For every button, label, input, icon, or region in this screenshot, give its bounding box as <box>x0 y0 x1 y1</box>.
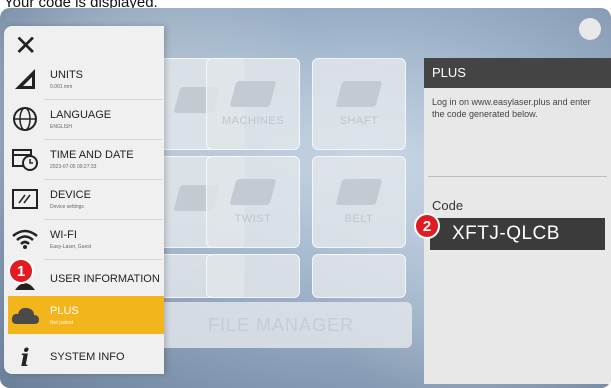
menu-item-system-info[interactable]: i SYSTEM INFO <box>8 338 164 376</box>
menu-item-sub: 2023-07-05 09:27:33 <box>50 163 97 170</box>
code-label: Code <box>432 198 464 213</box>
plus-panel: PLUS Log in on www.easylaser.plus and en… <box>424 58 611 384</box>
tile-8 <box>206 254 300 298</box>
device-icon <box>8 184 42 214</box>
panel-instructions: Log in on www.easylaser.plus and enter t… <box>432 97 591 119</box>
menu-item-label: UNITS <box>50 68 83 81</box>
calendar-clock-icon <box>8 144 42 174</box>
menu-item-language[interactable]: LANGUAGE ENGLISH <box>8 100 164 138</box>
menu-item-sub: Not paired <box>50 319 74 326</box>
menu-item-time-and-date[interactable]: TIME AND DATE 2023-07-05 09:27:33 <box>8 140 164 178</box>
menu-item-label: DEVICE <box>50 188 91 201</box>
menu-item-units[interactable]: UNITS 0.001 mm <box>8 60 164 98</box>
panel-divider <box>428 176 607 177</box>
tile-shaft: SHAFT <box>312 58 406 150</box>
settings-menu: ✕ UNITS 0.001 mm LANGUAGE ENGLISH TIME AND… <box>4 26 164 374</box>
menu-item-label: SYSTEM INFO <box>50 351 125 363</box>
info-icon: i <box>20 342 30 372</box>
wifi-icon <box>8 224 42 254</box>
menu-item-wifi[interactable]: WI-FI Easy-Laser, Guest <box>8 220 164 258</box>
tile-twist: TWIST <box>206 156 300 248</box>
device-screen: MACHINES SHAFT TWIST BELT FILE MANAGER ✕… <box>0 8 611 388</box>
menu-item-label: TIME AND DATE <box>50 148 134 161</box>
menu-item-sub: Device settings <box>50 203 84 210</box>
home-button[interactable] <box>579 18 601 40</box>
callout-marker-1: 1 <box>8 258 34 284</box>
menu-item-device[interactable]: DEVICE Device settings <box>8 180 164 218</box>
close-icon[interactable]: ✕ <box>14 32 37 60</box>
menu-item-label: WI-FI <box>50 228 77 241</box>
menu-item-sub: 0.001 mm <box>50 83 73 90</box>
tile-9 <box>312 254 406 298</box>
tile-file-manager: FILE MANAGER <box>150 302 412 348</box>
menu-item-sub: Easy-Laser, Guest <box>50 243 92 250</box>
tile-belt: BELT <box>312 156 406 248</box>
globe-icon <box>8 104 42 134</box>
menu-item-label: PLUS <box>50 304 79 317</box>
menu-item-plus[interactable]: PLUS Not paired <box>8 296 164 334</box>
menu-item-label: USER INFORMATION <box>50 273 160 285</box>
ruler-triangle-icon <box>8 64 42 94</box>
tile-machines: MACHINES <box>206 58 300 150</box>
cloud-icon <box>8 300 42 330</box>
menu-item-label: LANGUAGE <box>50 108 112 121</box>
callout-marker-2: 2 <box>414 213 440 239</box>
panel-title: PLUS <box>424 58 611 88</box>
background-tile-grid: MACHINES SHAFT TWIST BELT FILE MANAGER <box>150 58 450 358</box>
pairing-code: XFTJ-QLCB <box>430 218 605 250</box>
menu-item-sub: ENGLISH <box>50 123 72 130</box>
